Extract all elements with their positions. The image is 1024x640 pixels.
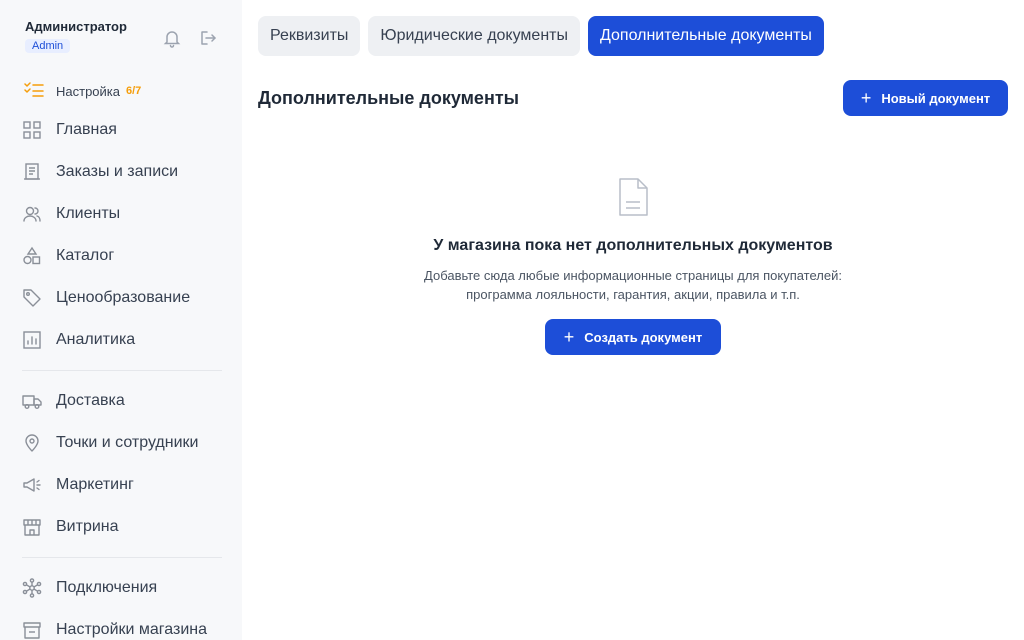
sidebar-item-label: Клиенты (56, 205, 121, 222)
sidebar: Администратор Admin Настройка 6/7 Главна… (0, 0, 242, 640)
analytics-icon (22, 330, 42, 350)
empty-state-description: Добавьте сюда любые информационные стран… (258, 266, 1008, 304)
user-name: Администратор (25, 19, 127, 34)
empty-state-title: У магазина пока нет дополнительных докум… (433, 237, 833, 254)
setup-progress[interactable]: Настройка 6/7 (24, 81, 142, 102)
setup-count: 6/7 (126, 85, 142, 97)
sidebar-item-storefront[interactable]: Витрина (22, 512, 222, 542)
sidebar-item-label: Витрина (56, 518, 119, 535)
orders-icon (22, 162, 42, 182)
page-title: Дополнительные документы (258, 88, 519, 108)
setup-label: Настройка (56, 83, 120, 99)
sidebar-item-label: Главная (56, 121, 117, 138)
sidebar-divider (22, 557, 222, 558)
plus-icon: + (563, 327, 575, 347)
storefront-icon (22, 517, 42, 537)
sidebar-item-label: Доставка (56, 392, 125, 409)
location-pin-icon (22, 433, 42, 453)
new-document-button[interactable]: + Новый документ (843, 80, 1008, 116)
sidebar-item-catalog[interactable]: Каталог (22, 241, 222, 271)
sidebar-item-label: Маркетинг (56, 476, 134, 493)
tab-legal-documents[interactable]: Юридические документы (368, 16, 580, 56)
tab-requisites[interactable]: Реквизиты (258, 16, 361, 56)
document-tabs: Реквизиты Юридические документы Дополнит… (258, 16, 824, 56)
clients-icon (22, 204, 42, 224)
sidebar-item-delivery[interactable]: Доставка (22, 386, 222, 416)
sidebar-item-analytics[interactable]: Аналитика (22, 325, 222, 355)
checklist-icon (24, 81, 44, 102)
sidebar-item-main[interactable]: Главная (22, 115, 222, 145)
sidebar-item-label: Ценообразование (56, 289, 191, 306)
sidebar-item-locations[interactable]: Точки и сотрудники (22, 428, 222, 458)
sidebar-item-label: Каталог (56, 247, 115, 264)
sidebar-item-pricing[interactable]: Ценообразование (22, 283, 222, 313)
integrations-icon (22, 578, 42, 598)
logout-icon[interactable] (198, 28, 218, 48)
create-document-button[interactable]: + Создать документ (545, 319, 721, 355)
megaphone-icon (22, 475, 42, 495)
sidebar-item-label: Аналитика (56, 331, 136, 348)
sidebar-item-label: Точки и сотрудники (56, 434, 199, 451)
price-tag-icon (22, 288, 42, 308)
document-icon (617, 178, 649, 216)
sidebar-item-marketing[interactable]: Маркетинг (22, 470, 222, 500)
user-profile[interactable]: Администратор Admin (25, 19, 127, 54)
bell-icon[interactable] (162, 28, 182, 48)
sidebar-item-label: Настройки магазина (56, 621, 208, 638)
sidebar-item-store-settings[interactable]: Настройки магазина (22, 615, 222, 640)
sidebar-item-clients[interactable]: Клиенты (22, 199, 222, 229)
create-document-label: Создать документ (584, 329, 703, 345)
sidebar-item-label: Заказы и записи (56, 163, 179, 180)
empty-state-line: Добавьте сюда любые информационные стран… (424, 268, 842, 283)
tab-additional-documents[interactable]: Дополнительные документы (588, 16, 824, 56)
sidebar-item-orders[interactable]: Заказы и записи (22, 157, 222, 187)
empty-state-line: программа лояльности, гарантия, акции, п… (466, 287, 800, 302)
sidebar-item-label: Подключения (56, 579, 158, 596)
plus-icon: + (860, 88, 872, 108)
catalog-icon (22, 246, 42, 266)
dashboard-icon (22, 120, 42, 140)
store-settings-icon (22, 620, 42, 640)
truck-icon (22, 391, 42, 411)
new-document-label: Новый документ (881, 90, 991, 106)
sidebar-item-integrations[interactable]: Подключения (22, 573, 222, 603)
role-badge: Admin (25, 39, 71, 53)
sidebar-divider (22, 370, 222, 371)
